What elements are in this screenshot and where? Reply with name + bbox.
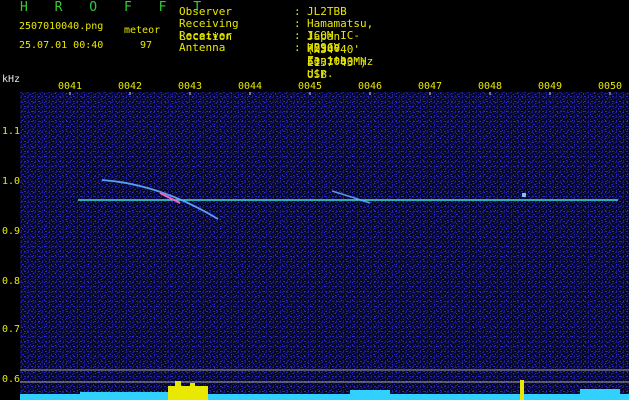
time-tick: 0044 (238, 81, 263, 92)
noise-speckle (20, 92, 629, 400)
time-tick: 0045 (298, 81, 323, 92)
y-axis-unit: kHz (2, 74, 21, 85)
time-tick: 0041 (58, 81, 83, 92)
header-key: Antenna (179, 41, 226, 54)
freq-tick: 0.6 (2, 374, 21, 385)
freq-tick: 0.8 (2, 276, 21, 287)
time-tick: 0046 (358, 81, 383, 92)
meteor-spot (522, 193, 526, 197)
header-value: HB9CV Zenith dir. (307, 41, 347, 80)
freq-tick: 0.7 (2, 324, 21, 335)
freq-tick: 1.0 (2, 176, 21, 187)
timestamp: 25.07.01 00:40 (19, 40, 104, 51)
time-tick: 0048 (478, 81, 503, 92)
meteor-count: 97 (140, 40, 153, 51)
header-sep: : (294, 41, 301, 54)
meteor-label: meteor (124, 25, 161, 36)
time-tick: 0050 (598, 81, 623, 92)
time-tick: 0042 (118, 81, 143, 92)
spectrogram (20, 92, 629, 400)
freq-tick: 0.9 (2, 226, 21, 237)
time-tick: 0047 (418, 81, 443, 92)
time-tick: 0049 (538, 81, 563, 92)
file-name: 2507010040.png (19, 21, 104, 32)
time-tick: 0043 (178, 81, 203, 92)
freq-tick: 1.1 (2, 126, 21, 137)
